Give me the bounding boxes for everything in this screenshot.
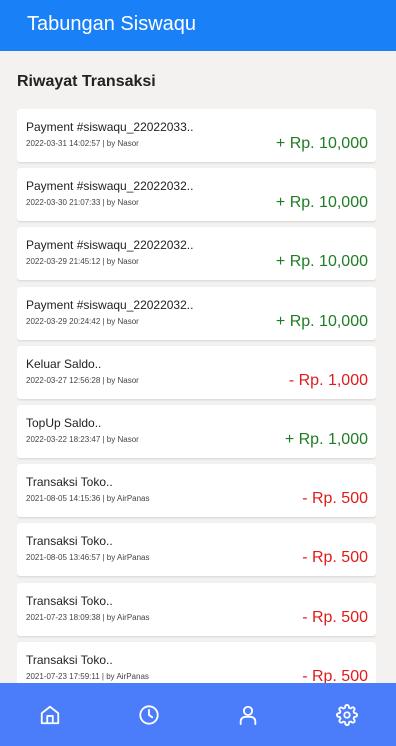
section-title: Riwayat Transaksi [17,73,156,90]
transaction-title: TopUp Saldo.. [26,415,102,430]
transaction-amount: + Rp. 10,000 [275,194,368,212]
app-title: Tabungan Siswaqu [27,13,197,35]
home-icon [40,705,59,724]
nav-settings[interactable] [297,683,396,746]
transaction-title: Payment #siswaqu_22022032.. [26,179,194,194]
transaction-amount: - Rp. 500 [302,608,368,626]
transaction-card[interactable]: Transaksi Toko.. 2021-08-05 14:15:36 | by… [17,464,376,518]
bottom-navigation [0,683,396,746]
transaction-meta: 2022-03-30 21:07:33 | by Nasor [26,198,139,208]
transaction-card[interactable]: Payment #siswaqu_22022032.. 2022-03-29 20… [17,286,376,340]
transaction-card[interactable]: Transaksi Toko.. 2021-07-23 17:59:11 | by… [17,641,376,683]
transaction-meta: 2022-03-29 21:45:12 | by Nasor [26,257,139,267]
transaction-title: Payment #siswaqu_22022032.. [26,297,194,312]
nav-history[interactable] [99,683,198,746]
transaction-amount: + Rp. 10,000 [275,135,368,152]
transaction-meta: 2022-03-27 12:56:28 | by Nasor [26,375,139,385]
transaction-title: Transaksi Toko.. [26,475,113,490]
transaction-meta: 2021-07-23 18:09:38 | by AirPanas [26,612,150,622]
transaction-title: Transaksi Toko.. [26,652,113,667]
clock-icon [138,704,159,725]
transaction-amount: - Rp. 1,000 [288,371,368,389]
transaction-card[interactable]: Payment #siswaqu_22022032.. 2022-03-29 21… [17,227,376,281]
transaction-amount: - Rp. 500 [302,549,368,567]
transaction-meta: 2022-03-29 20:24:42 | by Nasor [26,316,139,326]
transaction-card[interactable]: Transaksi Toko.. 2021-07-23 18:09:38 | by… [17,582,376,636]
transaction-amount: + Rp. 10,000 [275,253,368,271]
transaction-card[interactable]: TopUp Saldo.. 2022-03-22 18:23:47 | by Na… [17,404,376,458]
transaction-title: Payment #siswaqu_22022032.. [26,238,194,253]
transaction-title: Keluar Saldo.. [26,356,102,371]
transaction-meta: 2021-08-05 14:15:36 | by AirPanas [26,494,150,504]
transaction-title: Transaksi Toko.. [26,534,113,549]
transaction-card[interactable]: Payment #siswaqu_22022032.. 2022-03-30 21… [17,168,376,222]
transaction-list[interactable]: Payment #siswaqu_22022033.. 2022-03-31 14… [17,109,376,683]
transaction-meta: 2021-08-05 13:46:57 | by AirPanas [26,553,150,563]
transaction-card[interactable]: Keluar Saldo.. 2022-03-27 12:56:28 | by N… [17,345,376,399]
app-bar: Tabungan Siswaqu [0,0,396,51]
transaction-meta: 2022-03-22 18:23:47 | by Nasor [26,434,139,444]
transaction-amount: + Rp. 1,000 [284,430,368,448]
transaction-card[interactable]: Payment #siswaqu_22022033.. 2022-03-31 14… [17,109,376,162]
nav-profile[interactable] [198,683,297,746]
transaction-title: Transaksi Toko.. [26,593,113,608]
transaction-amount: + Rp. 10,000 [275,312,368,330]
transaction-amount: - Rp. 500 [302,667,368,683]
transaction-meta: 2022-03-31 14:02:57 | by Nasor [26,139,139,148]
gear-icon [335,703,358,726]
transaction-title: Payment #siswaqu_22022033.. [26,120,194,134]
transaction-meta: 2021-07-23 17:59:11 | by AirPanas [26,671,149,681]
transaction-amount: - Rp. 500 [302,490,368,508]
transaction-card[interactable]: Transaksi Toko.. 2021-08-05 13:46:57 | by… [17,523,376,577]
nav-home[interactable] [0,683,99,746]
user-icon [239,705,256,725]
